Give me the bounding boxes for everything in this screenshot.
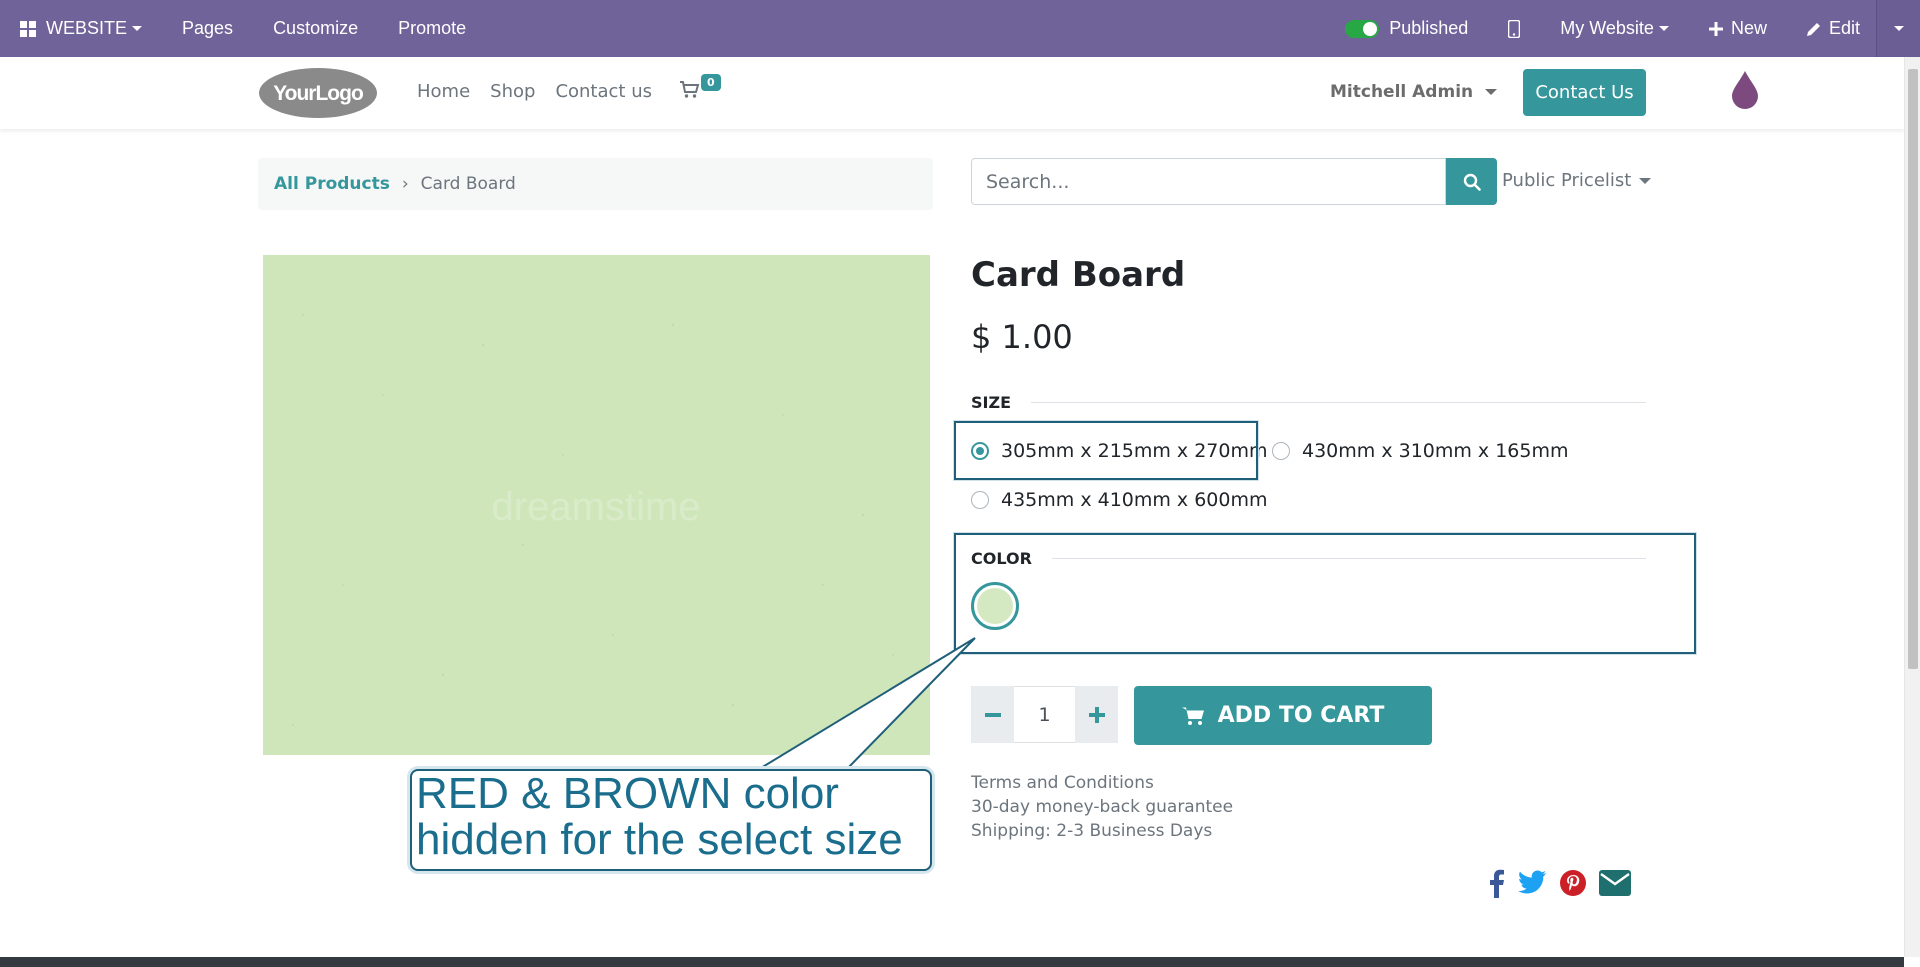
shopping-cart-icon — [680, 81, 700, 98]
facebook-icon[interactable] — [1489, 868, 1505, 898]
pricelist-label: Public Pricelist — [1502, 170, 1632, 191]
new-label: New — [1730, 18, 1767, 38]
add-to-cart-button[interactable]: ADD TO CART — [1134, 686, 1432, 745]
size-option-2-label: 430mm x 310mm x 165mm — [1302, 440, 1569, 462]
watermark-text: dreamstime — [492, 485, 701, 529]
customize-menu[interactable]: Customize — [253, 0, 378, 57]
main-nav: Home Shop Contact us — [417, 81, 652, 102]
published-toggle[interactable]: Published — [1325, 0, 1488, 57]
pages-menu[interactable]: Pages — [162, 0, 253, 57]
size-attribute-header: SIZE — [971, 393, 1646, 412]
pencil-icon — [1806, 22, 1820, 36]
selected-size-highlight — [954, 421, 1258, 480]
search-icon — [1463, 173, 1481, 191]
nav-contact[interactable]: Contact us — [555, 81, 652, 102]
size-label: SIZE — [971, 393, 1012, 412]
product-image: dreamstime — [263, 255, 930, 755]
chevron-down-icon — [1658, 26, 1669, 31]
product-price: $ 1.00 — [971, 318, 1073, 356]
quantity-increase-button[interactable] — [1075, 686, 1118, 743]
terms-link[interactable]: Terms and Conditions — [971, 771, 1233, 795]
site-logo[interactable]: YourLogo — [258, 67, 378, 119]
size-option-3[interactable]: 435mm x 410mm x 600mm — [971, 489, 1268, 511]
shopping-cart-icon — [1181, 707, 1204, 725]
plus-icon — [1088, 706, 1105, 723]
my-website-menu[interactable]: My Website — [1540, 0, 1689, 57]
pricelist-dropdown[interactable]: Public Pricelist — [1502, 170, 1652, 191]
shipping-text: Shipping: 2-3 Business Days — [971, 821, 1213, 841]
color-attribute-header: COLOR — [971, 549, 1646, 568]
quantity-input[interactable]: 1 — [1014, 686, 1075, 743]
minus-icon — [984, 712, 1001, 717]
chevron-down-icon — [132, 26, 143, 31]
website-menu[interactable]: WEBSITE — [0, 0, 162, 57]
breadcrumb-current: Card Board — [420, 174, 516, 194]
radio-unchecked-icon[interactable] — [971, 491, 989, 509]
nav-shop[interactable]: Shop — [490, 81, 535, 102]
cart-count-badge: 0 — [701, 74, 721, 91]
toggle-switch-icon — [1345, 19, 1380, 38]
mobile-preview-button[interactable] — [1488, 0, 1540, 57]
chevron-down-icon — [1485, 89, 1498, 95]
product-terms: Terms and Conditions 30-day money-back g… — [971, 771, 1233, 843]
chevron-right-icon: › — [401, 174, 409, 194]
callout-line-1: RED & BROWN color — [416, 769, 839, 818]
callout-line-2: hidden for the select size — [416, 815, 903, 864]
logo-icon: YourLogo — [259, 68, 377, 118]
size-option-3-label: 435mm x 410mm x 600mm — [1001, 489, 1268, 511]
new-button[interactable]: New — [1689, 0, 1787, 57]
breadcrumb-all-products[interactable]: All Products — [274, 174, 390, 194]
theme-drop-icon[interactable] — [1730, 69, 1760, 113]
plus-icon — [1708, 21, 1723, 36]
nav-home[interactable]: Home — [417, 81, 470, 102]
mobile-phone-icon — [1508, 19, 1521, 38]
quantity-stepper: 1 — [971, 686, 1118, 743]
social-share — [1489, 868, 1631, 898]
twitter-icon[interactable] — [1517, 870, 1547, 896]
page-scrollbar[interactable] — [1904, 57, 1920, 957]
color-swatch-green — [977, 588, 1013, 624]
product-image-texture: dreamstime — [263, 255, 930, 755]
divider — [1031, 402, 1646, 403]
user-menu[interactable]: Mitchell Admin — [1330, 82, 1498, 102]
footer-strip — [0, 957, 1904, 967]
user-name: Mitchell Admin — [1330, 82, 1474, 102]
money-back-text: 30-day money-back guarantee — [971, 797, 1234, 817]
chevron-down-icon — [1893, 26, 1904, 31]
breadcrumb: All Products › Card Board — [258, 158, 933, 210]
debug-menu-button[interactable] — [1876, 0, 1920, 57]
color-label: COLOR — [971, 549, 1032, 568]
divider — [1051, 558, 1646, 559]
admin-bar: WEBSITE Pages Customize Promote Publishe… — [0, 0, 1920, 57]
search-input[interactable]: Search... — [971, 158, 1446, 205]
search-placeholder: Search... — [986, 170, 1070, 193]
edit-label: Edit — [1828, 18, 1860, 38]
website-menu-label: WEBSITE — [46, 18, 128, 38]
color-swatch-selected[interactable] — [971, 582, 1019, 630]
cart-link[interactable]: 0 — [680, 74, 721, 103]
apps-grid-icon — [20, 20, 36, 37]
add-to-cart-label: ADD TO CART — [1217, 703, 1385, 728]
annotation-callout: RED & BROWN color hidden for the select … — [410, 769, 932, 871]
quantity-decrease-button[interactable] — [971, 686, 1014, 743]
radio-unchecked-icon[interactable] — [1272, 442, 1290, 460]
site-header: YourLogo Home Shop Contact us 0 Mitchell… — [0, 57, 1904, 129]
size-option-2[interactable]: 430mm x 310mm x 165mm — [1272, 440, 1569, 462]
product-title: Card Board — [971, 255, 1186, 295]
promote-menu[interactable]: Promote — [378, 0, 486, 57]
pinterest-icon[interactable] — [1559, 869, 1587, 897]
published-label: Published — [1389, 18, 1469, 38]
scrollbar-thumb[interactable] — [1908, 69, 1918, 669]
my-website-label: My Website — [1560, 18, 1654, 38]
email-icon[interactable] — [1599, 870, 1631, 896]
edit-button[interactable]: Edit — [1787, 0, 1876, 57]
search-button[interactable] — [1446, 158, 1497, 205]
chevron-down-icon — [1639, 177, 1652, 184]
contact-us-button[interactable]: Contact Us — [1523, 69, 1646, 116]
svg-text:YourLogo: YourLogo — [273, 82, 363, 105]
